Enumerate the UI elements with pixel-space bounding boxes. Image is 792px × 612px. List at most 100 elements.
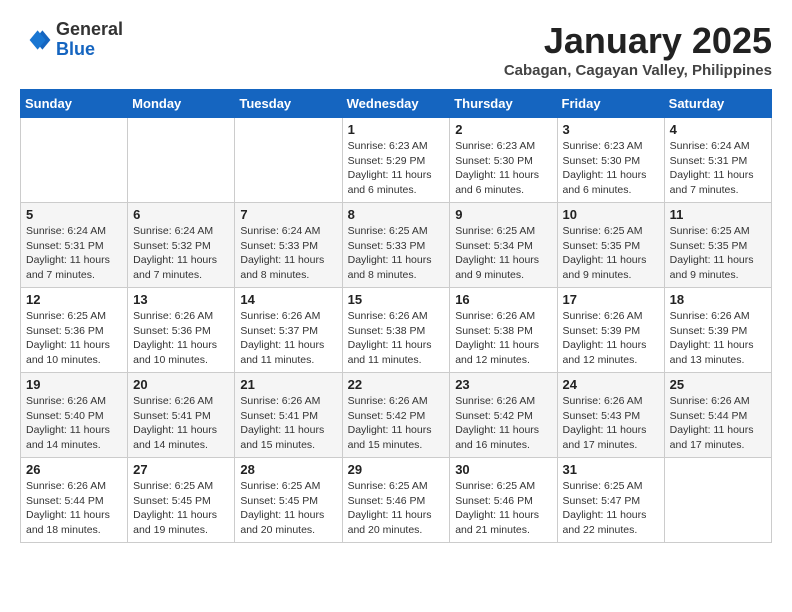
day-info: Sunrise: 6:26 AMSunset: 5:42 PMDaylight:… xyxy=(348,394,445,453)
logo: General Blue xyxy=(20,20,123,60)
calendar-cell xyxy=(235,118,342,203)
day-number: 28 xyxy=(240,462,336,477)
day-number: 9 xyxy=(455,207,551,222)
logo-blue-text: Blue xyxy=(56,40,123,60)
day-info: Sunrise: 6:25 AMSunset: 5:35 PMDaylight:… xyxy=(670,224,766,283)
calendar-cell: 2 Sunrise: 6:23 AMSunset: 5:30 PMDaylight… xyxy=(450,118,557,203)
calendar-cell: 23 Sunrise: 6:26 AMSunset: 5:42 PMDayligh… xyxy=(450,373,557,458)
day-info: Sunrise: 6:26 AMSunset: 5:38 PMDaylight:… xyxy=(455,309,551,368)
day-number: 5 xyxy=(26,207,122,222)
day-info: Sunrise: 6:26 AMSunset: 5:37 PMDaylight:… xyxy=(240,309,336,368)
page-header: General Blue January 2025 Cabagan, Cagay… xyxy=(20,20,772,79)
calendar-cell: 19Sunrise: 6:26 AMSunset: 5:40 PMDayligh… xyxy=(21,373,128,458)
day-number: 14 xyxy=(240,292,336,307)
day-number: 17 xyxy=(563,292,659,307)
day-number: 31 xyxy=(563,462,659,477)
day-info: Sunrise: 6:25 AMSunset: 5:33 PMDaylight:… xyxy=(348,224,445,283)
day-of-week-header: Saturday xyxy=(664,90,771,118)
calendar-cell: 30Sunrise: 6:25 AMSunset: 5:46 PMDayligh… xyxy=(450,458,557,543)
day-number: 2 xyxy=(455,122,551,137)
day-number: 10 xyxy=(563,207,659,222)
day-info: Sunrise: 6:25 AMSunset: 5:45 PMDaylight:… xyxy=(240,479,336,538)
day-info: Sunrise: 6:23 AMSunset: 5:30 PMDaylight:… xyxy=(563,139,659,198)
day-info: Sunrise: 6:26 AMSunset: 5:44 PMDaylight:… xyxy=(26,479,122,538)
day-number: 1 xyxy=(348,122,445,137)
day-number: 27 xyxy=(133,462,229,477)
calendar-cell: 3Sunrise: 6:23 AMSunset: 5:30 PMDaylight… xyxy=(557,118,664,203)
day-info: Sunrise: 6:23 AMSunset: 5:30 PMDaylight:… xyxy=(455,139,551,198)
day-info: Sunrise: 6:25 AMSunset: 5:45 PMDaylight:… xyxy=(133,479,229,538)
calendar-cell: 15Sunrise: 6:26 AMSunset: 5:38 PMDayligh… xyxy=(342,288,450,373)
day-info: Sunrise: 6:26 AMSunset: 5:39 PMDaylight:… xyxy=(563,309,659,368)
day-number: 21 xyxy=(240,377,336,392)
day-info: Sunrise: 6:24 AMSunset: 5:31 PMDaylight:… xyxy=(26,224,122,283)
calendar-cell: 17 Sunrise: 6:26 AMSunset: 5:39 PMDayligh… xyxy=(557,288,664,373)
day-number: 29 xyxy=(348,462,445,477)
day-number: 7 xyxy=(240,207,336,222)
calendar-cell: 14 Sunrise: 6:26 AMSunset: 5:37 PMDayligh… xyxy=(235,288,342,373)
day-number: 18 xyxy=(670,292,766,307)
calendar-cell: 1 Sunrise: 6:23 AMSunset: 5:29 PMDaylight… xyxy=(342,118,450,203)
calendar-cell xyxy=(664,458,771,543)
day-info: Sunrise: 6:26 AMSunset: 5:43 PMDaylight:… xyxy=(563,394,659,453)
day-number: 30 xyxy=(455,462,551,477)
day-info: Sunrise: 6:26 AMSunset: 5:44 PMDaylight:… xyxy=(670,394,766,453)
calendar-cell: 16 Sunrise: 6:26 AMSunset: 5:38 PMDayligh… xyxy=(450,288,557,373)
day-info: Sunrise: 6:25 AMSunset: 5:34 PMDaylight:… xyxy=(455,224,551,283)
day-info: Sunrise: 6:26 AMSunset: 5:41 PMDaylight:… xyxy=(240,394,336,453)
calendar-cell: 7 Sunrise: 6:24 AMSunset: 5:33 PMDaylight… xyxy=(235,203,342,288)
calendar-cell: 13 Sunrise: 6:26 AMSunset: 5:36 PMDayligh… xyxy=(128,288,235,373)
logo-general-text: General xyxy=(56,20,123,40)
day-info: Sunrise: 6:26 AMSunset: 5:41 PMDaylight:… xyxy=(133,394,229,453)
day-number: 22 xyxy=(348,377,445,392)
day-info: Sunrise: 6:26 AMSunset: 5:40 PMDaylight:… xyxy=(26,394,122,453)
calendar-cell: 26 Sunrise: 6:26 AMSunset: 5:44 PMDayligh… xyxy=(21,458,128,543)
day-number: 6 xyxy=(133,207,229,222)
week-row: 26 Sunrise: 6:26 AMSunset: 5:44 PMDayligh… xyxy=(21,458,772,543)
day-number: 16 xyxy=(455,292,551,307)
day-of-week-header: Tuesday xyxy=(235,90,342,118)
calendar-header-row: SundayMondayTuesdayWednesdayThursdayFrid… xyxy=(21,90,772,118)
day-info: Sunrise: 6:24 AMSunset: 5:31 PMDaylight:… xyxy=(670,139,766,198)
day-number: 15 xyxy=(348,292,445,307)
day-info: Sunrise: 6:26 AMSunset: 5:36 PMDaylight:… xyxy=(133,309,229,368)
calendar-cell: 9 Sunrise: 6:25 AMSunset: 5:34 PMDaylight… xyxy=(450,203,557,288)
calendar-cell: 12 Sunrise: 6:25 AMSunset: 5:36 PMDayligh… xyxy=(21,288,128,373)
day-info: Sunrise: 6:26 AMSunset: 5:42 PMDaylight:… xyxy=(455,394,551,453)
logo-icon xyxy=(20,24,52,56)
week-row: 19Sunrise: 6:26 AMSunset: 5:40 PMDayligh… xyxy=(21,373,772,458)
day-number: 8 xyxy=(348,207,445,222)
week-row: 12 Sunrise: 6:25 AMSunset: 5:36 PMDayligh… xyxy=(21,288,772,373)
calendar-cell: 22 Sunrise: 6:26 AMSunset: 5:42 PMDayligh… xyxy=(342,373,450,458)
calendar-cell: 29Sunrise: 6:25 AMSunset: 5:46 PMDayligh… xyxy=(342,458,450,543)
day-info: Sunrise: 6:25 AMSunset: 5:47 PMDaylight:… xyxy=(563,479,659,538)
day-info: Sunrise: 6:23 AMSunset: 5:29 PMDaylight:… xyxy=(348,139,445,198)
calendar-cell: 28 Sunrise: 6:25 AMSunset: 5:45 PMDayligh… xyxy=(235,458,342,543)
week-row: 5 Sunrise: 6:24 AMSunset: 5:31 PMDaylight… xyxy=(21,203,772,288)
calendar-table: SundayMondayTuesdayWednesdayThursdayFrid… xyxy=(20,89,772,543)
day-info: Sunrise: 6:25 AMSunset: 5:35 PMDaylight:… xyxy=(563,224,659,283)
day-info: Sunrise: 6:24 AMSunset: 5:33 PMDaylight:… xyxy=(240,224,336,283)
day-number: 23 xyxy=(455,377,551,392)
calendar-cell xyxy=(128,118,235,203)
day-info: Sunrise: 6:24 AMSunset: 5:32 PMDaylight:… xyxy=(133,224,229,283)
day-of-week-header: Monday xyxy=(128,90,235,118)
calendar-cell: 6 Sunrise: 6:24 AMSunset: 5:32 PMDaylight… xyxy=(128,203,235,288)
day-info: Sunrise: 6:26 AMSunset: 5:39 PMDaylight:… xyxy=(670,309,766,368)
location: Cabagan, Cagayan Valley, Philippines xyxy=(504,62,772,79)
calendar-cell: 21 Sunrise: 6:26 AMSunset: 5:41 PMDayligh… xyxy=(235,373,342,458)
day-info: Sunrise: 6:25 AMSunset: 5:36 PMDaylight:… xyxy=(26,309,122,368)
day-number: 26 xyxy=(26,462,122,477)
calendar-cell: 5 Sunrise: 6:24 AMSunset: 5:31 PMDaylight… xyxy=(21,203,128,288)
day-number: 4 xyxy=(670,122,766,137)
month-title: January 2025 xyxy=(504,20,772,62)
day-number: 13 xyxy=(133,292,229,307)
day-number: 12 xyxy=(26,292,122,307)
day-of-week-header: Thursday xyxy=(450,90,557,118)
day-number: 11 xyxy=(670,207,766,222)
week-row: 1 Sunrise: 6:23 AMSunset: 5:29 PMDaylight… xyxy=(21,118,772,203)
calendar-cell: 4 Sunrise: 6:24 AMSunset: 5:31 PMDaylight… xyxy=(664,118,771,203)
calendar-cell: 8 Sunrise: 6:25 AMSunset: 5:33 PMDaylight… xyxy=(342,203,450,288)
calendar-cell: 24Sunrise: 6:26 AMSunset: 5:43 PMDayligh… xyxy=(557,373,664,458)
calendar-cell: 31 Sunrise: 6:25 AMSunset: 5:47 PMDayligh… xyxy=(557,458,664,543)
